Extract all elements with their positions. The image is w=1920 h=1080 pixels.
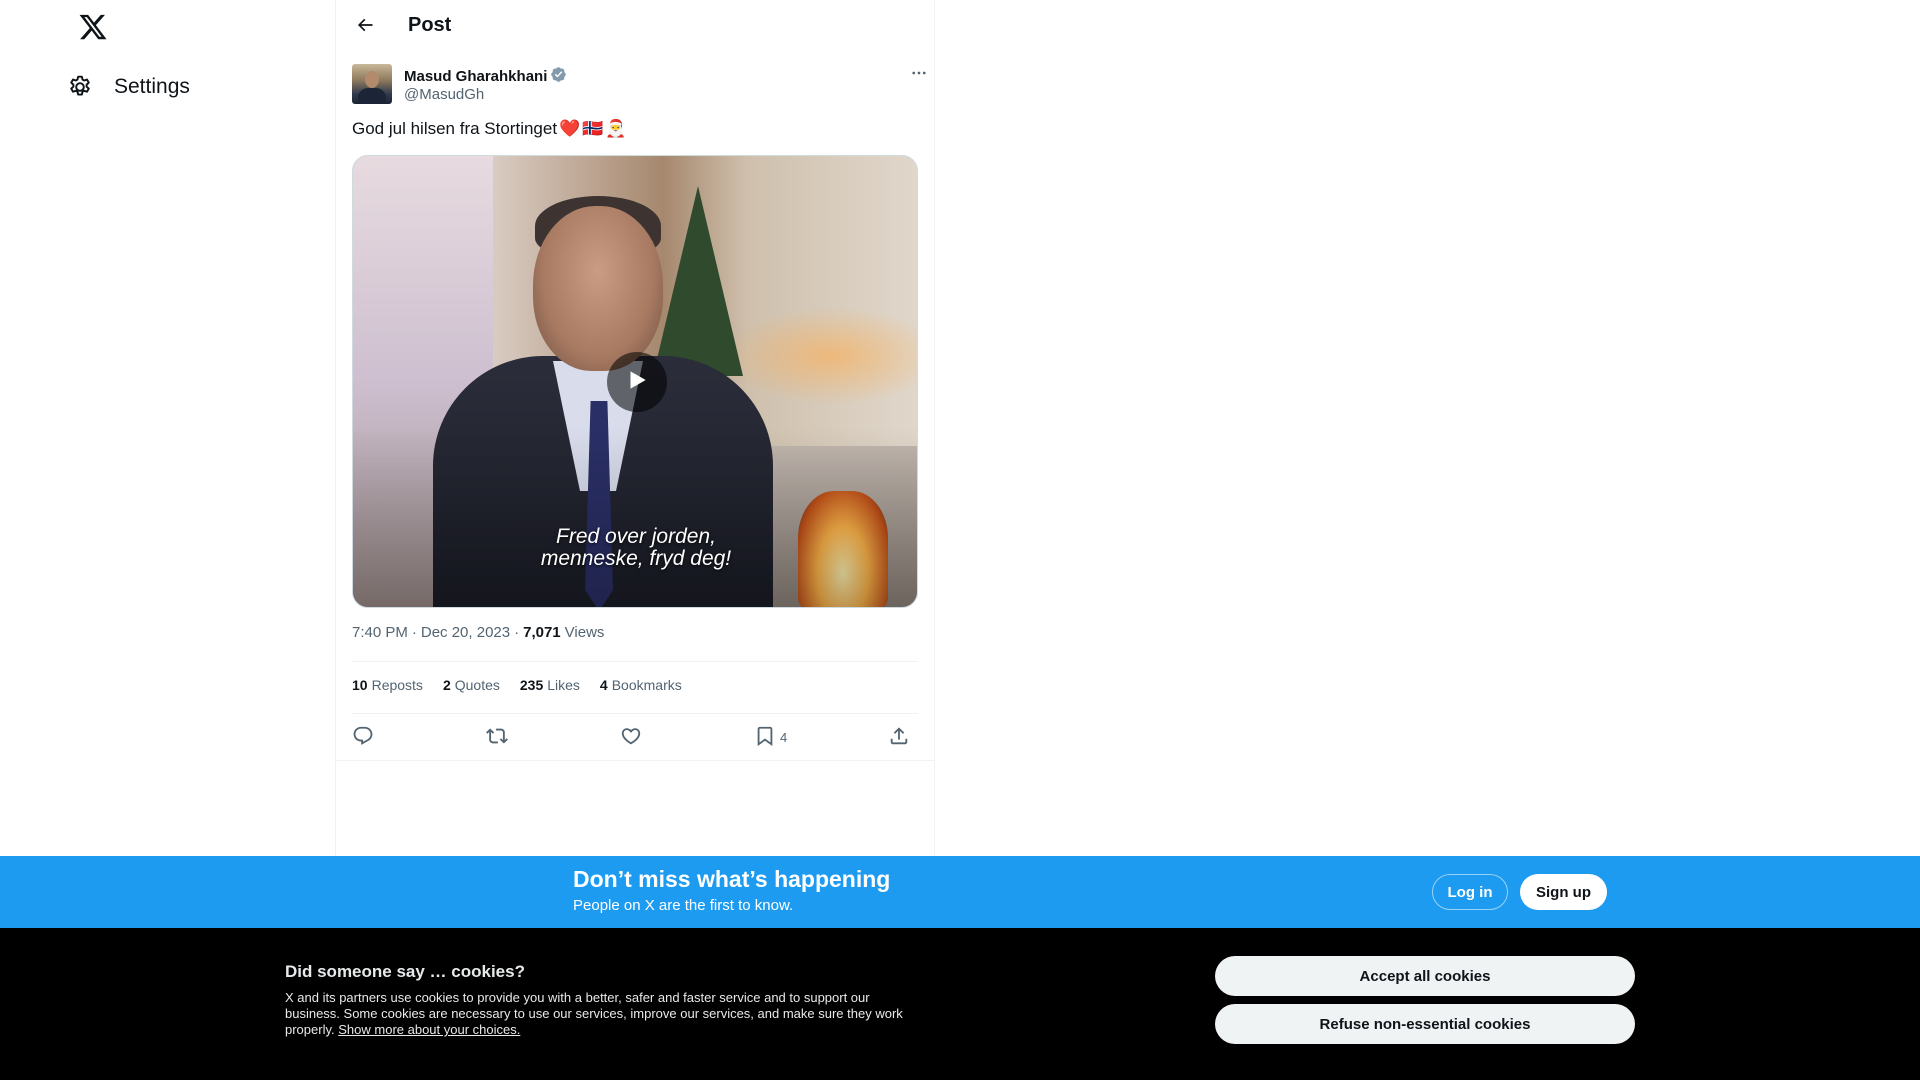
post-text: God jul hilsen fra Stortinget ❤️ 🇳🇴 🎅 bbox=[352, 119, 627, 139]
bookmarks-count: 4 bbox=[599, 677, 608, 693]
arrow-left-icon bbox=[355, 15, 375, 40]
video-caption-line2: menneske, fryd deg! bbox=[540, 547, 732, 570]
page-title: Post bbox=[408, 14, 452, 36]
quotes-label: Quotes bbox=[454, 677, 500, 693]
repost-icon bbox=[486, 725, 508, 750]
bookmarks-stat[interactable]: 4 Bookmarks bbox=[600, 677, 682, 693]
nav-settings-label: Settings bbox=[114, 75, 190, 98]
cookie-body: X and its partners use cookies to provid… bbox=[285, 990, 925, 1038]
reposts-stat[interactable]: 10 Reposts bbox=[352, 677, 423, 693]
bookmark-icon bbox=[754, 725, 776, 750]
post-author: Masud Gharahkhani @MasudGh bbox=[352, 64, 926, 106]
views-label: Views bbox=[564, 624, 605, 641]
red-heart-emoji: ❤️ bbox=[559, 119, 581, 138]
author-name-link[interactable]: Masud Gharahkhani bbox=[404, 66, 567, 87]
refuse-cookies-button[interactable]: Refuse non-essential cookies bbox=[1215, 1004, 1635, 1044]
cookie-more-link[interactable]: Show more about your choices. bbox=[338, 1022, 520, 1037]
post-meta: 7:40 PM · Dec 20, 2023 · 7,071 Views bbox=[352, 624, 604, 641]
post-time[interactable]: 7:40 PM bbox=[352, 624, 408, 641]
post-text-body: God jul hilsen fra Stortinget bbox=[352, 119, 558, 138]
post-video[interactable]: Fred over jorden, menneske, fryd deg! bbox=[352, 155, 918, 608]
x-logo-icon[interactable] bbox=[78, 12, 110, 44]
divider bbox=[335, 760, 935, 761]
views[interactable]: 7,071 Views bbox=[523, 624, 604, 641]
norway-flag-emoji: 🇳🇴 bbox=[582, 119, 604, 138]
meta-sep: · bbox=[411, 624, 417, 641]
post-actions: 4 bbox=[352, 724, 918, 750]
like-button[interactable] bbox=[620, 724, 642, 750]
likes-label: Likes bbox=[547, 677, 580, 693]
reply-button[interactable] bbox=[352, 724, 374, 750]
play-button[interactable] bbox=[607, 352, 667, 412]
verified-badge-icon bbox=[550, 66, 567, 87]
quotes-count: 2 bbox=[442, 677, 451, 693]
post-stats: 10 Reposts 2 Quotes 235 Likes 4 Bookmark… bbox=[352, 677, 682, 693]
avatar[interactable] bbox=[352, 64, 392, 104]
back-button[interactable] bbox=[348, 10, 382, 44]
views-count: 7,071 bbox=[523, 624, 561, 641]
gear-icon bbox=[66, 73, 94, 101]
signup-button[interactable]: Sign up bbox=[1520, 874, 1607, 910]
banner-subtext: People on X are the first to know. bbox=[573, 897, 794, 914]
bookmark-count: 4 bbox=[780, 729, 788, 745]
reposts-count: 10 bbox=[352, 677, 368, 693]
repost-button[interactable] bbox=[486, 724, 508, 750]
video-caption-line1: Fred over jorden, bbox=[556, 525, 716, 548]
page: Settings Post Masud Gharahkhani @MasudGh bbox=[0, 0, 1920, 1080]
quotes-stat[interactable]: 2 Quotes bbox=[443, 677, 500, 693]
login-button[interactable]: Log in bbox=[1432, 874, 1508, 910]
cookie-title: Did someone say … cookies? bbox=[285, 962, 525, 981]
main-column: Post Masud Gharahkhani @MasudGh God jul … bbox=[335, 0, 935, 856]
cookie-banner: Did someone say … cookies? X and its par… bbox=[0, 928, 1920, 1080]
meta-sep: · bbox=[514, 624, 520, 641]
heart-icon bbox=[620, 725, 642, 750]
post-date[interactable]: Dec 20, 2023 bbox=[421, 624, 510, 641]
bookmarks-label: Bookmarks bbox=[611, 677, 682, 693]
reply-icon bbox=[352, 725, 374, 750]
divider bbox=[352, 713, 918, 714]
bookmark-button[interactable]: 4 bbox=[754, 724, 787, 750]
nav-settings[interactable]: Settings bbox=[66, 67, 206, 107]
accept-cookies-button[interactable]: Accept all cookies bbox=[1215, 956, 1635, 996]
video-caption: Fred over jorden, menneske, fryd deg! bbox=[353, 525, 917, 570]
divider bbox=[352, 661, 918, 662]
author-name: Masud Gharahkhani bbox=[404, 68, 548, 85]
reposts-label: Reposts bbox=[371, 677, 423, 693]
left-nav: Settings bbox=[0, 0, 335, 856]
more-dots-icon bbox=[910, 64, 928, 87]
likes-count: 235 bbox=[519, 677, 544, 693]
post-header: Post bbox=[336, 0, 934, 53]
signup-banner: Don’t miss what’s happening People on X … bbox=[0, 856, 1920, 928]
share-icon bbox=[888, 725, 910, 750]
likes-stat[interactable]: 235 Likes bbox=[520, 677, 580, 693]
more-button[interactable] bbox=[904, 64, 934, 86]
author-handle[interactable]: @MasudGh bbox=[404, 86, 484, 103]
right-column bbox=[936, 0, 1920, 856]
banner-headline: Don’t miss what’s happening bbox=[573, 866, 891, 892]
play-icon bbox=[624, 367, 650, 398]
santa-emoji: 🎅 bbox=[605, 119, 627, 138]
share-button[interactable] bbox=[888, 724, 910, 750]
